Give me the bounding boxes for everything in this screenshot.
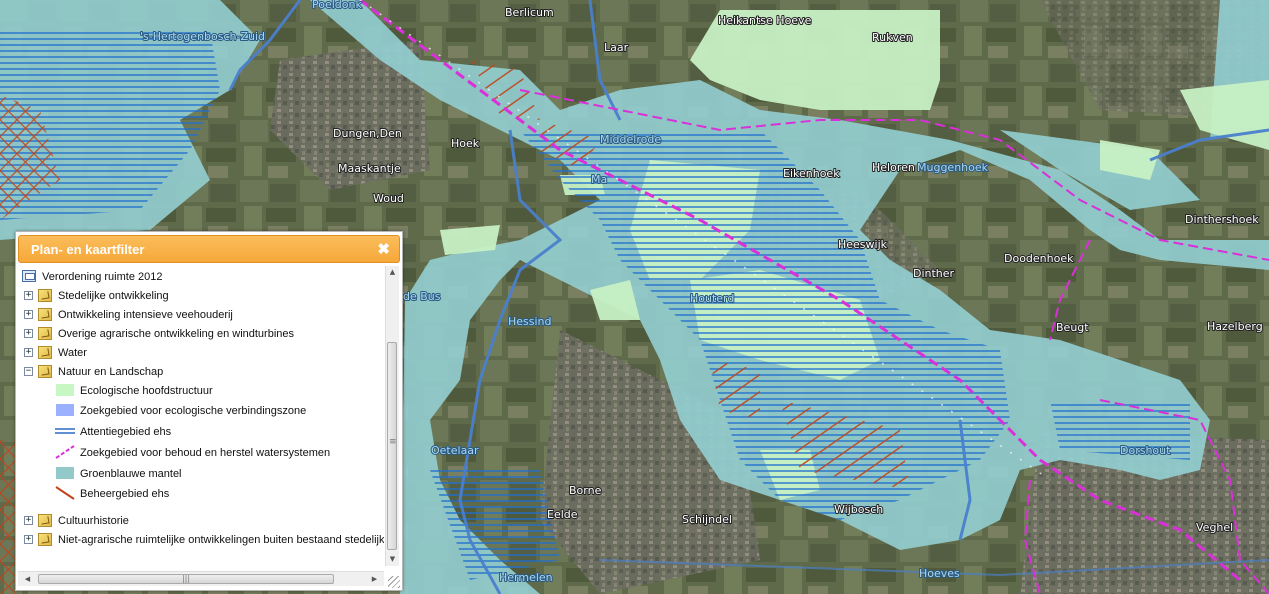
place-label: Woud — [373, 192, 404, 205]
tree-root-label: Verordening ruimte 2012 — [42, 271, 163, 283]
legend-label: Ecologische hoofdstructuur — [80, 385, 213, 397]
scroll-right-icon[interactable]: ▶ — [368, 572, 381, 586]
layer-item-overige-agrarische[interactable]: + Overige agrarische ontwikkeling en win… — [18, 325, 378, 343]
layer-label: Ontwikkeling intensieve veehouderij — [58, 309, 233, 321]
place-label: Heikantse Hoeve — [718, 14, 812, 27]
expand-plus-icon[interactable]: + — [24, 310, 33, 319]
expand-plus-icon[interactable]: + — [24, 329, 33, 338]
legend-label: Zoekgebied voor ecologische verbindingsz… — [80, 405, 307, 417]
layer-icon — [38, 289, 52, 302]
expand-plus-icon[interactable]: + — [24, 291, 33, 300]
place-label: Borne — [569, 484, 602, 497]
place-label: Dinther — [913, 267, 955, 280]
place-label: Houterd — [690, 292, 734, 305]
layer-label: Water — [58, 347, 87, 359]
close-icon[interactable]: ✖ — [377, 236, 390, 264]
place-label: 's-Hertogenbosch-Zuid — [140, 30, 265, 43]
place-label: Hazelberg — [1207, 320, 1263, 333]
layer-icon — [38, 308, 52, 321]
map-layers-icon — [22, 270, 36, 282]
legend-item-groenblauwe-mantel: Groenblauwe mantel — [18, 465, 378, 483]
layer-label: Overige agrarische ontwikkeling en windt… — [58, 328, 295, 340]
place-label: Oetelaar — [431, 444, 479, 457]
horizontal-scroll-thumb[interactable]: ||| — [38, 574, 334, 584]
place-label: Muggenhoek — [917, 161, 989, 174]
place-label: Maaskantje — [338, 162, 401, 175]
place-label: Rukven — [872, 31, 913, 44]
place-label: Doodenhoek — [1004, 252, 1074, 265]
legend-double-line-swatch — [55, 428, 75, 434]
place-label: Heloren — [872, 161, 915, 174]
layer-icon — [38, 514, 52, 527]
layer-item-stedelijke-ontwikkeling[interactable]: + Stedelijke ontwikkeling — [18, 287, 378, 305]
legend-item-ecologische-hoofdstructuur: Ecologische hoofdstructuur — [18, 382, 378, 400]
expand-plus-icon[interactable]: + — [24, 516, 33, 525]
legend-fill-swatch — [56, 404, 74, 416]
layer-item-water[interactable]: + Water — [18, 344, 378, 362]
layer-icon — [38, 365, 52, 378]
legend-item-attentiegebied-ehs: Attentiegebied ehs — [18, 423, 378, 441]
place-label: Eikenhoek — [783, 167, 840, 180]
layer-item-natuur-en-landschap[interactable]: − Natuur en Landschap — [18, 363, 378, 381]
vertical-scroll-thumb[interactable] — [387, 342, 397, 550]
layer-icon — [38, 533, 52, 546]
horizontal-scrollbar[interactable]: ◀ ||| ▶ — [18, 571, 384, 586]
legend-item-zoekgebied-watersystemen: Zoekgebied voor behoud en herstel waters… — [18, 444, 378, 462]
layer-label: Natuur en Landschap — [58, 366, 164, 378]
legend-fill-swatch — [56, 384, 74, 396]
layer-item-niet-agrarische[interactable]: + Niet-agrarische ruimtelijke ontwikkeli… — [18, 531, 384, 549]
layer-item-cultuurhistorie[interactable]: + Cultuurhistorie — [18, 512, 378, 530]
place-label: Laar — [604, 41, 629, 54]
layer-item-intensieve-veehouderij[interactable]: + Ontwikkeling intensieve veehouderij — [18, 306, 378, 324]
layer-label: Niet-agrarische ruimtelijke ontwikkeling… — [58, 534, 384, 546]
legend-item-beheergebied-ehs: Beheergebied ehs — [18, 485, 378, 503]
legend-label: Beheergebied ehs — [80, 488, 170, 500]
place-label: Eelde — [547, 508, 578, 521]
layer-label: Cultuurhistorie — [58, 515, 129, 527]
place-label: Ma — [591, 173, 607, 186]
panel-title: Plan- en kaartfilter — [31, 242, 145, 257]
legend-label: Groenblauwe mantel — [80, 468, 182, 480]
place-label: Hoeves — [919, 567, 960, 580]
scroll-up-icon[interactable]: ▲ — [386, 266, 399, 279]
place-label: de Bus — [403, 290, 441, 303]
layer-icon — [38, 327, 52, 340]
place-label: Hermelen — [499, 571, 553, 584]
scroll-left-icon[interactable]: ◀ — [21, 572, 34, 586]
plan-kaartfilter-panel: Plan- en kaartfilter ✖ Verordening ruimt… — [15, 231, 403, 591]
resize-handle-icon[interactable] — [388, 576, 400, 588]
place-label: Berlicum — [505, 6, 554, 19]
collapse-minus-icon[interactable]: − — [24, 367, 33, 376]
place-label: Dungen,Den — [333, 127, 402, 140]
legend-label: Zoekgebied voor behoud en herstel waters… — [80, 447, 331, 459]
tree-root[interactable]: Verordening ruimte 2012 — [18, 268, 378, 286]
legend-label: Attentiegebied ehs — [80, 426, 172, 438]
place-label: Schijndel — [682, 513, 732, 526]
place-label: Veghel — [1196, 521, 1233, 534]
place-label: Dorshout — [1120, 444, 1171, 457]
legend-fill-swatch — [56, 467, 74, 479]
place-label: Heeswijk — [838, 238, 888, 251]
panel-header[interactable]: Plan- en kaartfilter ✖ — [18, 235, 400, 263]
place-label: Hoek — [451, 137, 480, 150]
place-label: Middelrode — [600, 133, 661, 146]
legend-hatch-swatch — [55, 486, 75, 500]
layer-label: Stedelijke ontwikkeling — [58, 290, 169, 302]
legend-item-zoekgebied-verbindingszone: Zoekgebied voor ecologische verbindingsz… — [18, 402, 378, 420]
expand-plus-icon[interactable]: + — [24, 348, 33, 357]
place-label: Wijbosch — [834, 503, 883, 516]
place-label: Hessind — [508, 315, 552, 328]
legend-dashed-swatch — [55, 445, 75, 459]
place-label: Beugt — [1056, 321, 1089, 334]
scroll-down-icon[interactable]: ▼ — [386, 553, 399, 566]
layer-icon — [38, 346, 52, 359]
place-label: Poeldonk — [312, 0, 362, 11]
expand-plus-icon[interactable]: + — [24, 535, 33, 544]
vertical-scrollbar[interactable]: ▲ ▼ — [385, 266, 399, 566]
layer-tree: Verordening ruimte 2012 + Stedelijke ont… — [18, 266, 384, 566]
place-label: Dinthershoek — [1185, 213, 1259, 226]
